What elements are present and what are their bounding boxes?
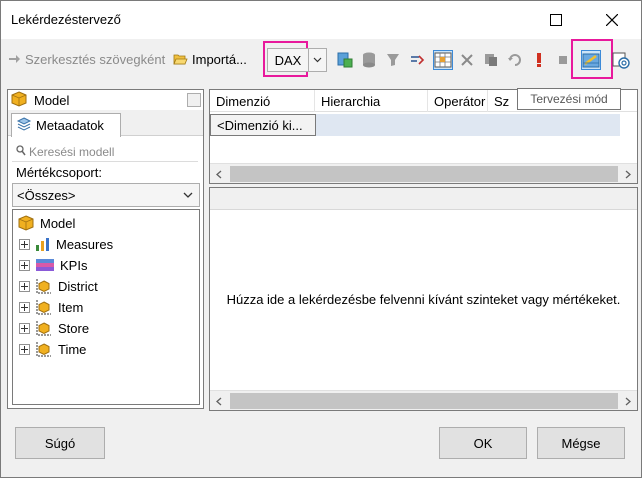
measure-group-label: Mértékcsoport: <box>16 165 102 180</box>
results-scrollbar[interactable] <box>210 390 637 410</box>
language-dropdown[interactable]: DAX <box>267 48 327 72</box>
column-header-operator[interactable]: Operátor <box>428 90 488 112</box>
query-parameters-icon[interactable] <box>611 50 631 70</box>
kpi-icon <box>35 257 55 273</box>
dimension-icon <box>35 277 53 295</box>
cube-selector[interactable]: Model <box>8 90 203 110</box>
dimension-select-cell[interactable]: <Dimenzió ki... <box>210 114 316 136</box>
cancel-button[interactable]: Mégse <box>537 427 625 459</box>
tree-item-item[interactable]: Item <box>19 297 83 317</box>
maximize-icon <box>550 14 562 26</box>
metadata-tree: Model Measures KPIs District Item Store … <box>12 209 200 405</box>
toolbar: Szerkesztés szövegként Importá... DAX <box>1 39 641 83</box>
refresh-icon[interactable] <box>505 50 525 70</box>
tab-metadata-label: Metaadatok <box>36 118 104 133</box>
tree-item-label: Time <box>58 341 87 357</box>
scroll-right-icon[interactable] <box>619 391 637 411</box>
ok-button[interactable]: OK <box>439 427 527 459</box>
tree-item-label: Model <box>40 215 76 231</box>
column-header-hierarchy[interactable]: Hierarchia <box>315 90 428 112</box>
filter-icon[interactable] <box>383 50 403 70</box>
tree-item-measures[interactable]: Measures <box>19 234 113 254</box>
search-icon <box>16 144 26 159</box>
cube-icon <box>10 90 28 110</box>
add-calculated-member-icon[interactable] <box>335 50 355 70</box>
language-value: DAX <box>274 52 302 68</box>
cube-icon <box>17 215 35 231</box>
close-button[interactable] <box>589 1 635 39</box>
query-designer-window: Lekérdezéstervező Szerkesztés szövegként… <box>0 0 642 478</box>
panel-tab-strip: Metaadatok <box>8 110 203 137</box>
dimension-icon <box>35 319 53 337</box>
tree-item-time[interactable]: Time <box>19 339 86 359</box>
metadata-icon <box>16 116 32 135</box>
title-bar: Lekérdezéstervező <box>1 1 641 39</box>
copy-icon[interactable] <box>481 50 501 70</box>
show-empty-cells-icon[interactable] <box>433 50 453 70</box>
scroll-left-icon[interactable] <box>210 391 228 411</box>
expand-icon[interactable] <box>19 343 30 355</box>
tree-item-district[interactable]: District <box>19 276 98 296</box>
edit-as-text-button[interactable]: Szerkesztés szövegként <box>7 49 165 69</box>
tree-item-label: KPIs <box>60 257 88 273</box>
measure-group-value: <Összes> <box>17 187 76 203</box>
window-title: Lekérdezéstervező <box>11 12 121 27</box>
filter-grid-row: <Dimenzió ki... <box>210 114 620 136</box>
open-folder-icon <box>173 52 188 66</box>
results-header <box>210 188 637 210</box>
dimension-icon <box>35 298 53 316</box>
expand-icon[interactable] <box>19 238 30 250</box>
tab-metadata[interactable]: Metaadatok <box>11 113 121 137</box>
edit-as-text-label: Szerkesztés szövegként <box>25 51 166 67</box>
measure-group-dropdown[interactable]: <Összes> <box>12 183 200 207</box>
search-model-input[interactable]: Keresési modell <box>12 142 198 162</box>
results-pane[interactable]: Húzza ide a lekérdezésbe felvenni kívánt… <box>209 187 638 411</box>
cube-browse-button[interactable] <box>187 93 201 107</box>
measures-icon <box>35 237 51 251</box>
tree-item-kpis[interactable]: KPIs <box>19 255 87 275</box>
import-button[interactable]: Importá... <box>173 49 247 69</box>
tree-item-label: District <box>58 278 98 294</box>
chevron-down-icon <box>183 189 193 204</box>
scroll-left-icon[interactable] <box>210 164 228 184</box>
database-icon[interactable] <box>359 50 379 70</box>
tree-item-label: Store <box>58 320 90 336</box>
expand-icon[interactable] <box>19 301 30 313</box>
tree-item-label: Measures <box>56 236 114 252</box>
parameter-icon[interactable] <box>407 50 427 70</box>
metadata-panel: Model Metaadatok Keresési modell Mértékc… <box>7 89 204 409</box>
execute-icon[interactable] <box>529 50 549 70</box>
maximize-button[interactable] <box>533 1 579 39</box>
filter-grid-scrollbar[interactable] <box>210 163 637 183</box>
expand-icon[interactable] <box>19 259 30 271</box>
drop-hint-text: Húzza ide a lekérdezésbe felvenni kívánt… <box>226 292 621 307</box>
edit-text-icon <box>7 52 21 66</box>
design-mode-icon[interactable] <box>581 50 601 70</box>
delete-icon[interactable] <box>457 50 477 70</box>
column-header-filter[interactable]: Sz <box>488 90 518 112</box>
design-mode-tooltip: Tervezési mód <box>517 88 621 110</box>
scroll-right-icon[interactable] <box>619 164 637 184</box>
help-button[interactable]: Súgó <box>15 427 105 459</box>
expand-icon[interactable] <box>19 280 30 292</box>
search-placeholder: Keresési modell <box>29 144 115 159</box>
tree-item-model[interactable]: Model <box>17 213 75 233</box>
tree-item-store[interactable]: Store <box>19 318 89 338</box>
chevron-down-icon <box>308 49 326 71</box>
column-header-dimension[interactable]: Dimenzió <box>210 90 315 112</box>
close-icon <box>606 14 618 26</box>
scrollbar-thumb[interactable] <box>230 166 618 182</box>
import-label: Importá... <box>192 51 247 67</box>
cube-name: Model <box>34 92 70 108</box>
tree-item-label: Item <box>58 299 84 315</box>
scrollbar-thumb[interactable] <box>230 393 618 409</box>
expand-icon[interactable] <box>19 322 30 334</box>
dimension-icon <box>35 340 53 358</box>
small-square-icon <box>553 50 573 70</box>
